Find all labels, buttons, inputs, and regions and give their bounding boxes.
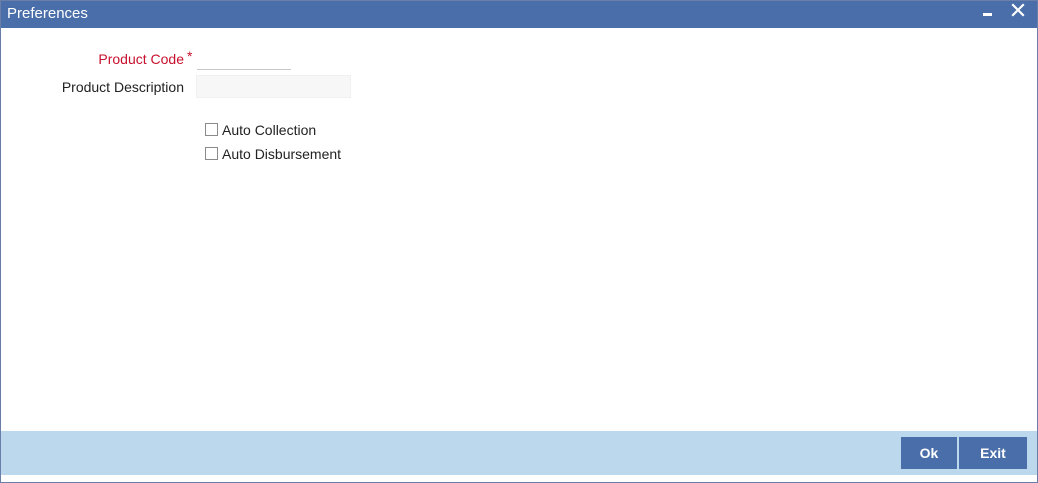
required-marker: * — [187, 48, 193, 64]
product-code-input[interactable] — [197, 48, 291, 70]
window-title: Preferences — [7, 5, 88, 22]
auto-collection-label: Auto Collection — [222, 122, 317, 138]
footer-bar: Ok Exit — [1, 431, 1037, 475]
product-code-label: Product Code — [98, 51, 184, 67]
close-button[interactable] — [1007, 1, 1029, 23]
ok-button[interactable]: Ok — [901, 437, 957, 469]
product-description-input[interactable] — [196, 75, 351, 98]
minimize-icon — [983, 13, 992, 16]
preferences-window: Preferences Product Code * Product Descr… — [0, 0, 1038, 483]
auto-disbursement-checkbox[interactable] — [205, 147, 218, 160]
product-description-label: Product Description — [61, 79, 184, 95]
minimize-button[interactable] — [977, 1, 999, 23]
close-icon — [1011, 3, 1025, 17]
auto-disbursement-label: Auto Disbursement — [222, 146, 342, 162]
auto-collection-checkbox[interactable] — [205, 123, 218, 136]
exit-button[interactable]: Exit — [959, 437, 1027, 469]
title-bar: Preferences — [1, 1, 1037, 28]
